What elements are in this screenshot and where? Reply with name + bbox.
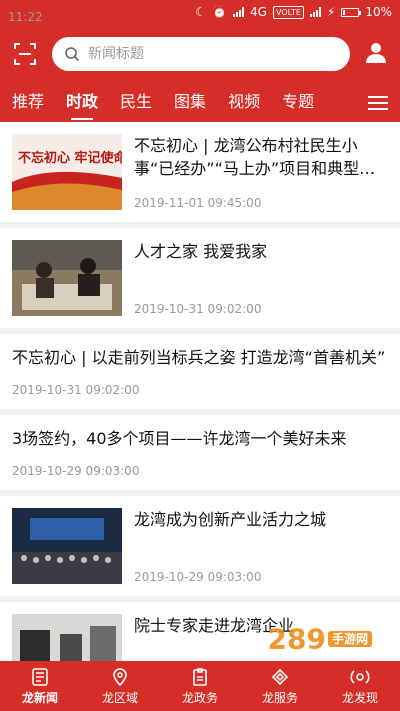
menu-icon[interactable]: [368, 93, 388, 113]
app-header: [0, 24, 400, 84]
location-icon: [113, 667, 127, 686]
news-title: 不忘初心 | 以走前列当标兵之姿 打造龙湾“首善机关”: [12, 348, 386, 367]
news-thumbnail: [12, 614, 122, 661]
news-thumbnail: [12, 508, 122, 584]
tabbar-government[interactable]: 龙政务: [160, 661, 240, 711]
tab-special[interactable]: 专题: [282, 84, 314, 122]
news-thumbnail: 不忘初心 牢记使命: [12, 134, 122, 210]
alarm-icon: ⏰: [212, 5, 228, 19]
tabbar-label: 龙服务: [261, 690, 298, 705]
tabbar-label: 龙新闻: [21, 690, 58, 705]
news-item[interactable]: 不忘初心 牢记使命 不忘初心 | 龙湾公布村社民生小事“已经办”“马上办”项目和…: [0, 122, 400, 228]
tabbar-label: 龙政务: [181, 690, 218, 705]
news-item[interactable]: 3场签约，40多个项目——许龙湾一个美好未来 2019-10-29 09:03:…: [0, 415, 400, 496]
tab-livelihood[interactable]: 民生: [120, 84, 152, 122]
tabbar-region[interactable]: 龙区域: [80, 661, 160, 711]
moon-icon: ☾: [195, 5, 207, 19]
service-icon: [271, 668, 289, 685]
news-item[interactable]: 龙湾成为创新产业活力之城 2019-10-29 09:03:00: [0, 496, 400, 602]
status-bar: 11:22 ☾ ⏰ 4G VOLTE ⚡ 10%: [0, 0, 400, 24]
scan-icon[interactable]: [12, 41, 38, 67]
watermark-logo: 289 手游网: [267, 621, 372, 655]
news-title: 龙湾成为创新产业活力之城: [134, 510, 327, 529]
news-time: 2019-10-31 09:02:00: [12, 383, 140, 397]
news-time: 2019-11-01 09:45:00: [134, 196, 262, 210]
tab-video[interactable]: 视频: [228, 84, 260, 122]
tab-politics[interactable]: 时政: [66, 84, 98, 122]
tabbar-news[interactable]: 龙新闻: [0, 661, 80, 711]
search-input[interactable]: [88, 46, 338, 62]
bottom-tab-bar: 龙新闻 龙区域 龙政务 龙服务 龙发现: [0, 661, 400, 711]
news-time: 2019-10-31 09:02:00: [134, 302, 262, 316]
news-title: 人才之家 我爱我家: [134, 242, 268, 261]
watermark-brand: 289: [267, 622, 326, 655]
tabbar-label: 龙发现: [341, 690, 378, 705]
network-type: 4G: [250, 5, 267, 19]
charging-icon: ⚡: [326, 5, 336, 19]
news-icon: [32, 667, 48, 686]
watermark-suffix: 手游网: [327, 631, 372, 647]
news-time: 2019-10-29 09:03:00: [12, 464, 140, 478]
category-tabs: 推荐 时政 民生 图集 视频 专题: [0, 84, 400, 122]
app-screen: 11:22 ☾ ⏰ 4G VOLTE ⚡ 10% 新闻标题 推荐 时政 民生 图…: [0, 0, 400, 711]
search-bar[interactable]: [52, 37, 350, 71]
search-icon: [65, 47, 80, 62]
tab-gallery[interactable]: 图集: [174, 84, 206, 122]
news-feed[interactable]: 不忘初心 牢记使命 不忘初心 | 龙湾公布村社民生小事“已经办”“马上办”项目和…: [0, 122, 400, 661]
user-icon[interactable]: [364, 40, 388, 68]
volte-badge: VOLTE: [272, 5, 304, 19]
tab-recommend[interactable]: 推荐: [12, 84, 44, 122]
news-title: 3场签约，40多个项目——许龙湾一个美好未来: [12, 429, 347, 448]
thumbnail-text: 不忘初心 牢记使命: [18, 150, 122, 166]
discover-icon: [350, 669, 370, 684]
tabbar-service[interactable]: 龙服务: [240, 661, 320, 711]
tabbar-label: 龙区域: [101, 690, 138, 705]
news-item[interactable]: 不忘初心 | 以走前列当标兵之姿 打造龙湾“首善机关” 2019-10-31 0…: [0, 334, 400, 415]
battery-icon: [341, 7, 362, 17]
status-time: 11:22: [8, 10, 43, 24]
news-thumbnail: [12, 240, 122, 316]
document-icon: [193, 667, 207, 686]
battery-percent: 10%: [365, 5, 392, 19]
signal-icon: [233, 7, 245, 17]
tabbar-discover[interactable]: 龙发现: [320, 661, 400, 711]
news-title: 不忘初心 | 龙湾公布村社民生小事“已经办”“马上办”项目和典型…: [134, 136, 376, 178]
news-item[interactable]: 人才之家 我爱我家 2019-10-31 09:02:00: [0, 228, 400, 334]
news-time: 2019-10-29 09:03:00: [134, 570, 262, 584]
signal-icon-2: [309, 7, 321, 17]
status-icons: ☾ ⏰ 4G VOLTE ⚡ 10%: [195, 5, 392, 19]
